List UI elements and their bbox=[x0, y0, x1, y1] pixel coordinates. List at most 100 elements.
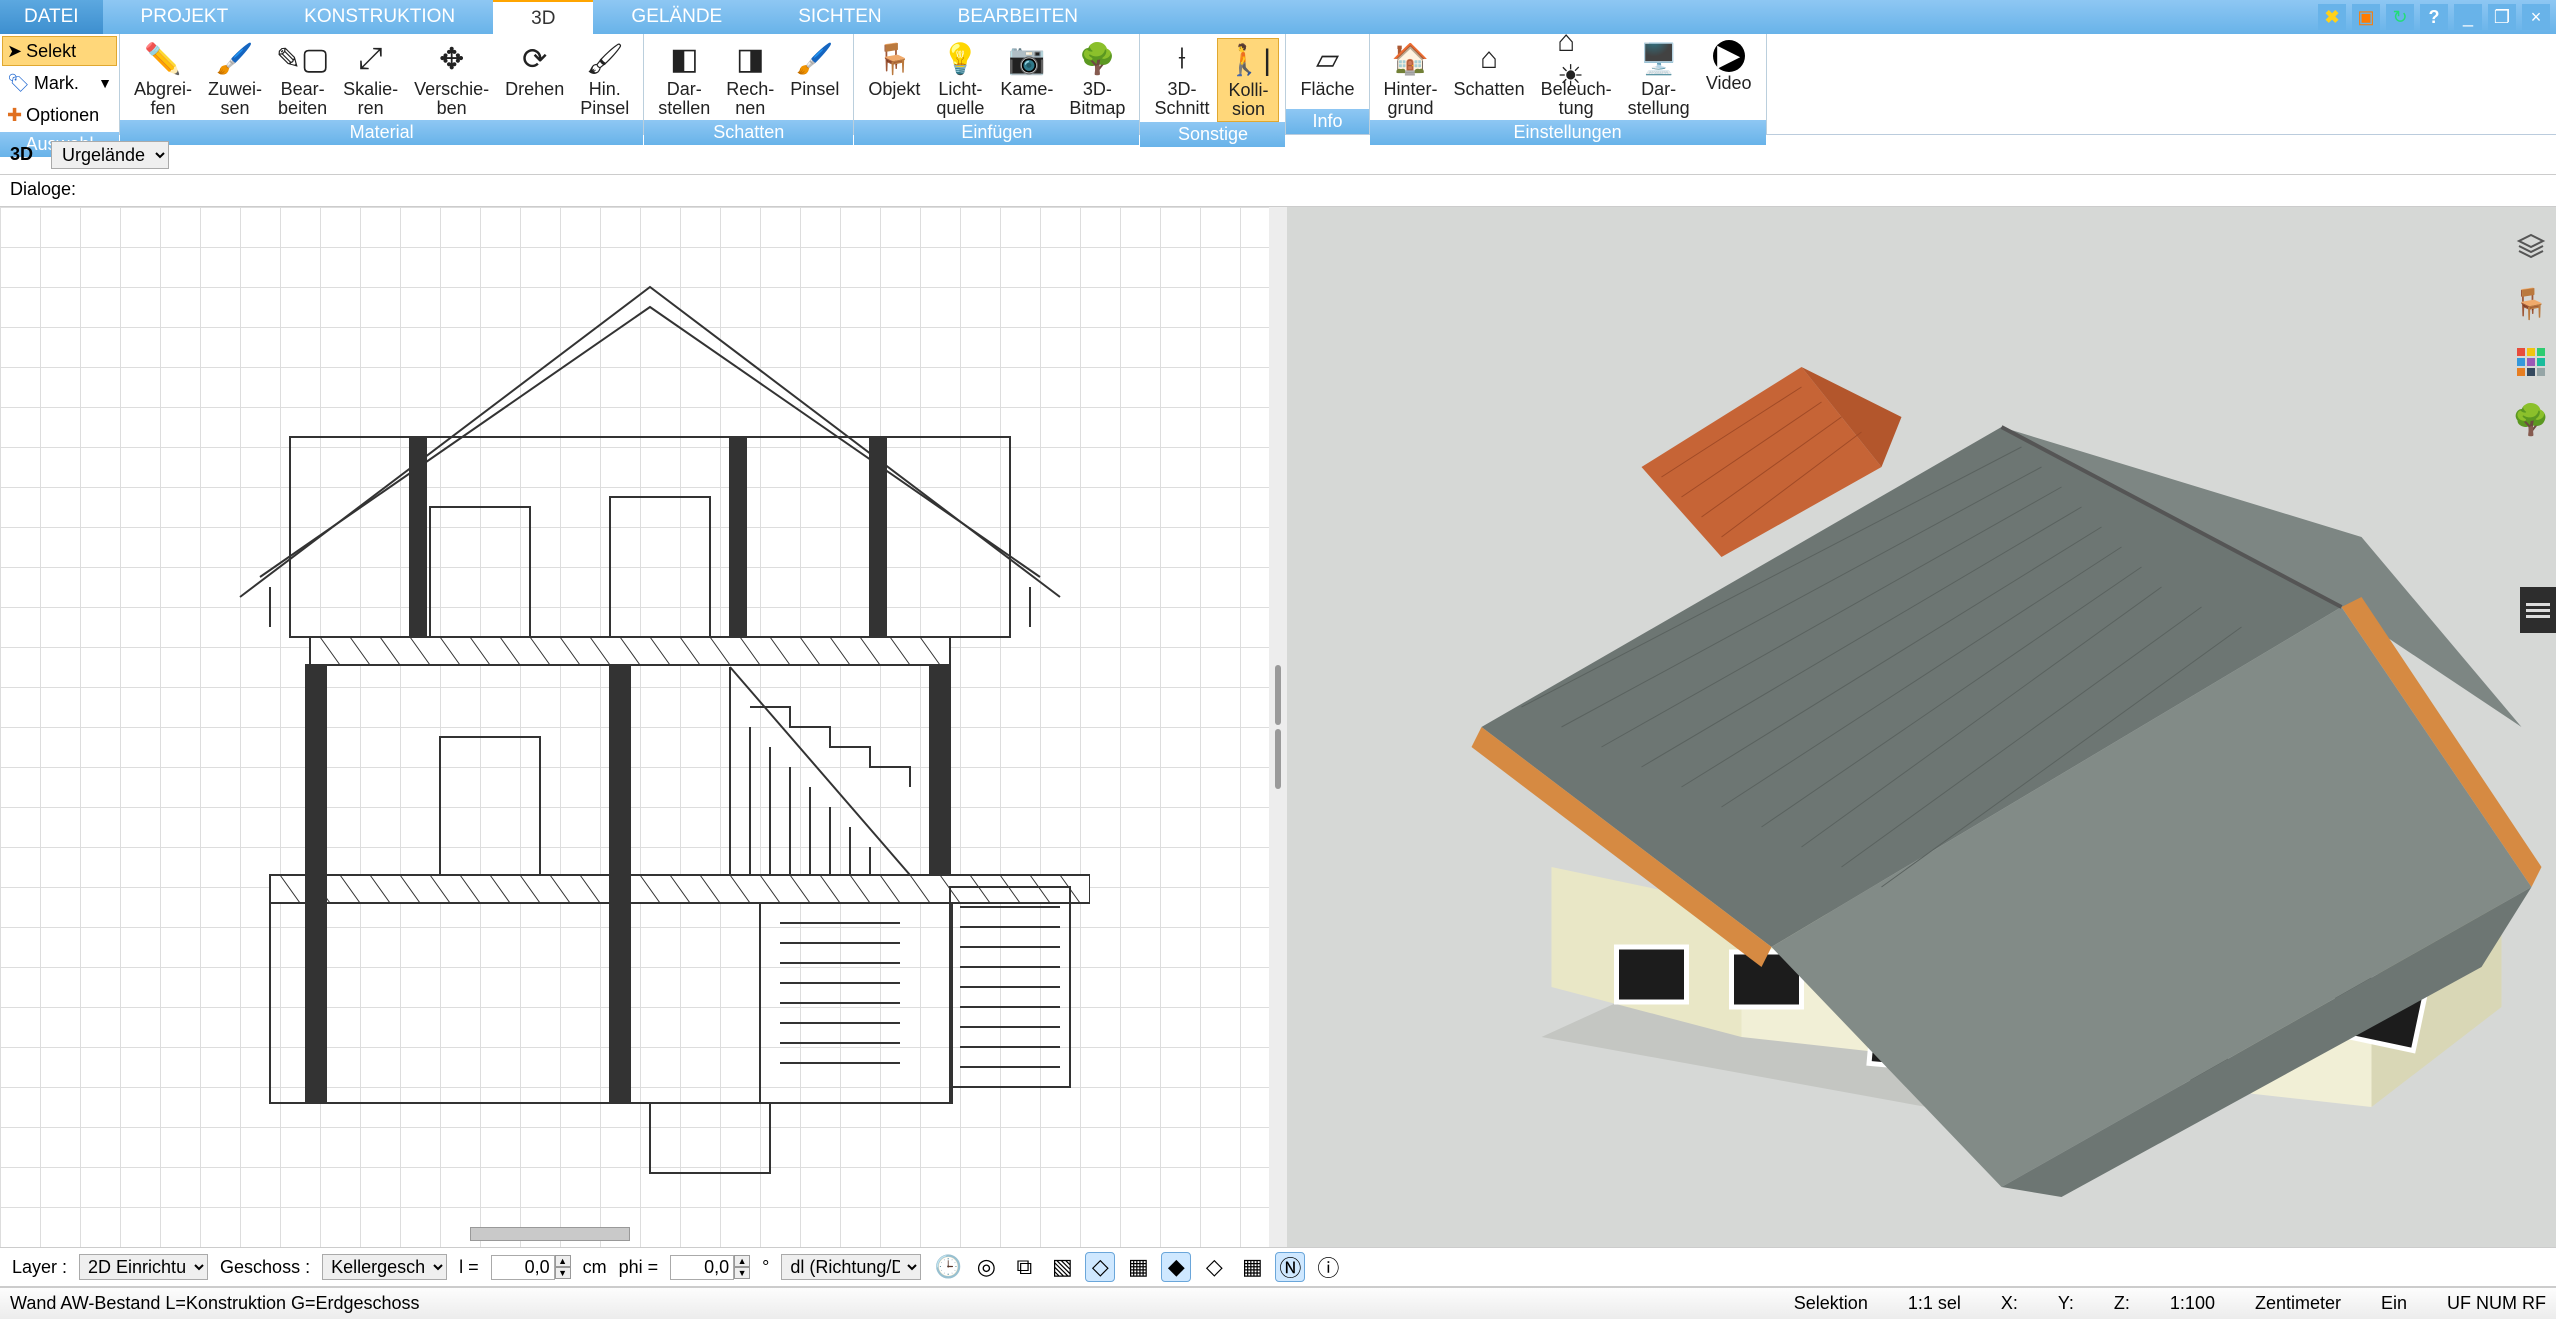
l-input[interactable] bbox=[491, 1255, 555, 1280]
minimize-button[interactable]: _ bbox=[2454, 4, 2482, 30]
group-caption-schatten: Schatten bbox=[644, 120, 853, 145]
plus-icon: ✚ bbox=[7, 105, 22, 126]
terrain-select[interactable]: Urgelände bbox=[51, 141, 169, 169]
eyedropper-icon: ✏️ bbox=[144, 40, 182, 78]
menu-gelaende[interactable]: GELÄNDE bbox=[593, 0, 760, 34]
grid-toggle-icon[interactable]: ▦ bbox=[1237, 1252, 1267, 1282]
geschoss-select[interactable]: Kellergesch bbox=[322, 1254, 447, 1280]
panel-grip[interactable] bbox=[2520, 587, 2556, 633]
menu-sichten[interactable]: SICHTEN bbox=[760, 0, 919, 34]
clock-icon[interactable]: 🕒 bbox=[933, 1252, 963, 1282]
menu-bearbeiten[interactable]: BEARBEITEN bbox=[920, 0, 1116, 34]
btn-objekt[interactable]: 🪑Objekt bbox=[860, 38, 928, 101]
dialoge-bar: Dialoge: bbox=[0, 175, 2556, 207]
restore-button[interactable]: ❐ bbox=[2488, 4, 2516, 30]
btn-beleuchtung[interactable]: ⌂☀Beleuch- tung bbox=[1533, 38, 1620, 120]
phi-label: phi = bbox=[619, 1257, 659, 1278]
calc-icon: ◨ bbox=[731, 40, 769, 78]
select-tool[interactable]: ➤ Selekt bbox=[2, 36, 117, 66]
group-caption-material: Material bbox=[120, 120, 643, 145]
btn-kollision[interactable]: 🚶|Kolli- sion bbox=[1217, 38, 1279, 122]
tool-icon-1[interactable]: ✖ bbox=[2318, 4, 2346, 30]
l-spinbtns[interactable]: ▲▼ bbox=[555, 1255, 571, 1279]
layers-panel-icon[interactable] bbox=[2512, 227, 2550, 265]
edit-icon: ✎▢ bbox=[284, 40, 322, 78]
btn-bearbeiten[interactable]: ✎▢Bear- beiten bbox=[270, 38, 335, 120]
btn-verschieben[interactable]: ✥Verschie- ben bbox=[406, 38, 497, 120]
status-ein: Ein bbox=[2381, 1293, 2407, 1314]
rotate-icon: ⟳ bbox=[516, 40, 554, 78]
group-caption-sonstige: Sonstige bbox=[1140, 122, 1285, 147]
status-y: Y: bbox=[2058, 1293, 2074, 1314]
2d-viewport[interactable] bbox=[0, 207, 1269, 1247]
status-x: X: bbox=[2001, 1293, 2018, 1314]
ribbon-group-einfuegen: 🪑Objekt 💡Licht- quelle 📷Kame- ra 🌳3D- Bi… bbox=[854, 34, 1140, 134]
options-tool[interactable]: ✚ Optionen bbox=[2, 100, 117, 130]
btn-hinpinsel[interactable]: 🖌Hin. Pinsel bbox=[572, 38, 637, 120]
wire-icon[interactable]: ◇ bbox=[1199, 1252, 1229, 1282]
btn-darstellen[interactable]: ◧Dar- stellen bbox=[650, 38, 718, 120]
l-label: l = bbox=[459, 1257, 479, 1278]
ribbon-group-einstellungen: 🏠Hinter- grund ⌂Schatten ⌂☀Beleuch- tung… bbox=[1370, 34, 1767, 134]
chair-icon: 🪑 bbox=[875, 40, 913, 78]
status-sel: 1:1 sel bbox=[1908, 1293, 1961, 1314]
furniture-panel-icon[interactable]: 🪑 bbox=[2512, 285, 2550, 323]
tree-icon: 🌳 bbox=[1078, 40, 1116, 78]
snap-icon[interactable]: ◇ bbox=[1085, 1252, 1115, 1282]
btn-kamera[interactable]: 📷Kame- ra bbox=[992, 38, 1061, 120]
phi-spinbtns[interactable]: ▲▼ bbox=[734, 1255, 750, 1279]
brush-icon: 🖌️ bbox=[796, 40, 834, 78]
face-icon[interactable]: ◆ bbox=[1161, 1252, 1191, 1282]
tool-icon-3[interactable]: ↻ bbox=[2386, 4, 2414, 30]
btn-abgreifen[interactable]: ✏️Abgrei- fen bbox=[126, 38, 200, 120]
btn-pinsel[interactable]: 🖌️Pinsel bbox=[782, 38, 847, 101]
status-uf: UF NUM RF bbox=[2447, 1293, 2546, 1314]
btn-3dbitmap[interactable]: 🌳3D- Bitmap bbox=[1061, 38, 1133, 120]
layers-toggle-icon[interactable]: ▧ bbox=[1047, 1252, 1077, 1282]
btn-rechnen[interactable]: ◨Rech- nen bbox=[718, 38, 782, 120]
btn-schatten-set[interactable]: ⌂Schatten bbox=[1446, 38, 1533, 101]
viewport-splitter[interactable] bbox=[1269, 207, 1287, 1247]
swatches-panel-icon[interactable] bbox=[2512, 343, 2550, 381]
menu-3d[interactable]: 3D bbox=[493, 0, 593, 34]
vegetation-panel-icon[interactable]: 🌳 bbox=[2512, 401, 2550, 439]
btn-3dschnitt[interactable]: ⟊3D- Schnitt bbox=[1146, 38, 1217, 120]
info-i-icon[interactable]: ⓘ bbox=[1313, 1252, 1343, 1282]
status-right: Selektion 1:1 sel X: Y: Z: 1:100 Zentime… bbox=[1794, 1293, 2546, 1314]
direction-select[interactable]: dl (Richtung/Di bbox=[781, 1254, 921, 1280]
menu-konstruktion[interactable]: KONSTRUKTION bbox=[266, 0, 493, 34]
align-icon[interactable]: ▦ bbox=[1123, 1252, 1153, 1282]
mark-tool[interactable]: 🏷 Mark. ▼ bbox=[2, 68, 117, 98]
menu-datei[interactable]: DATEI bbox=[0, 0, 103, 34]
n-toggle-icon[interactable]: Ⓝ bbox=[1275, 1252, 1305, 1282]
menu-projekt[interactable]: PROJEKT bbox=[103, 0, 267, 34]
lightbulb-icon: 💡 bbox=[941, 40, 979, 78]
label-3d: 3D bbox=[10, 144, 33, 165]
toolcolumn: ➤ Selekt 🏷 Mark. ▼ ✚ Optionen bbox=[0, 34, 119, 132]
assign-icon: 🖌️ bbox=[216, 40, 254, 78]
target-icon[interactable]: ◎ bbox=[971, 1252, 1001, 1282]
ribbon-group-info: ▱Fläche Info bbox=[1286, 34, 1369, 134]
play-icon: ▶ bbox=[1713, 40, 1745, 72]
btn-flaeche[interactable]: ▱Fläche bbox=[1292, 38, 1362, 101]
btn-video[interactable]: ▶Video bbox=[1698, 38, 1760, 95]
tool-icon-2[interactable]: ▣ bbox=[2352, 4, 2380, 30]
cm-label: cm bbox=[583, 1257, 607, 1278]
status-scale: 1:100 bbox=[2170, 1293, 2215, 1314]
layer-select[interactable]: 2D Einrichtu bbox=[79, 1254, 208, 1280]
btn-zuweisen[interactable]: 🖌️Zuwei- sen bbox=[200, 38, 270, 120]
layer-label: Layer : bbox=[12, 1257, 67, 1278]
btn-lichtquelle[interactable]: 💡Licht- quelle bbox=[928, 38, 992, 120]
cube-icon: ◧ bbox=[665, 40, 703, 78]
3d-viewport[interactable] bbox=[1287, 207, 2556, 1247]
btn-darstellung[interactable]: 🖥️Dar- stellung bbox=[1620, 38, 1698, 120]
btn-skalieren[interactable]: ⤢Skalie- ren bbox=[335, 38, 406, 120]
scrollbar-horizontal[interactable] bbox=[470, 1227, 630, 1241]
background-icon: 🏠 bbox=[1392, 40, 1430, 78]
phi-input[interactable] bbox=[670, 1255, 734, 1280]
group-icon[interactable]: ⧉ bbox=[1009, 1252, 1039, 1282]
btn-drehen[interactable]: ⟳Drehen bbox=[497, 38, 572, 101]
help-icon[interactable]: ? bbox=[2420, 4, 2448, 30]
btn-hintergrund[interactable]: 🏠Hinter- grund bbox=[1376, 38, 1446, 120]
close-button[interactable]: × bbox=[2522, 4, 2550, 30]
